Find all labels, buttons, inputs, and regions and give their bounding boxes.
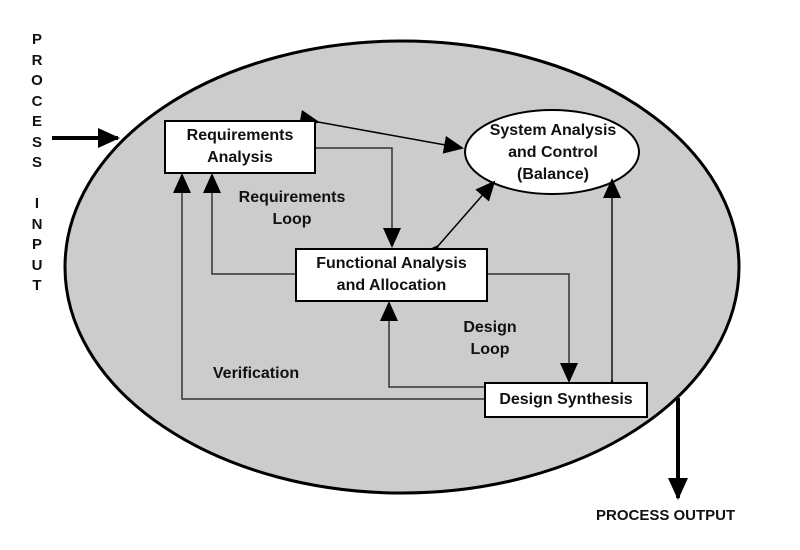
design-loop-label: Design Loop xyxy=(463,319,517,358)
design-synthesis-node: Design Synthesis xyxy=(484,382,648,418)
process-input-letter: P xyxy=(31,236,42,253)
process-input-letter: U xyxy=(31,256,43,274)
verification-label: Verification xyxy=(212,365,300,382)
process-input-letter: P xyxy=(31,31,42,48)
functional-analysis-node: Functional Analysis and Allocation xyxy=(295,248,488,302)
process-input-letter: T xyxy=(32,277,42,294)
process-input-letter: E xyxy=(31,113,42,130)
process-input-letter: R xyxy=(31,51,43,69)
process-output-label: PROCESS OUTPUT xyxy=(596,507,736,524)
process-input-label: PROCESS INPUT xyxy=(27,30,47,297)
process-input-letter: I xyxy=(34,195,40,212)
process-input-letter: O xyxy=(31,72,43,89)
process-input-letter: N xyxy=(31,215,43,233)
system-analysis-node: System Analysis and Control (Balance) xyxy=(489,122,617,183)
requirements-loop-label: Requirements Loop xyxy=(238,189,346,228)
requirements-analysis-node: Requirements Analysis xyxy=(164,120,316,174)
process-input-letter xyxy=(27,174,47,195)
process-input-letter: S xyxy=(31,133,42,151)
process-input-letter: C xyxy=(31,92,43,110)
process-input-letter: S xyxy=(31,154,42,171)
